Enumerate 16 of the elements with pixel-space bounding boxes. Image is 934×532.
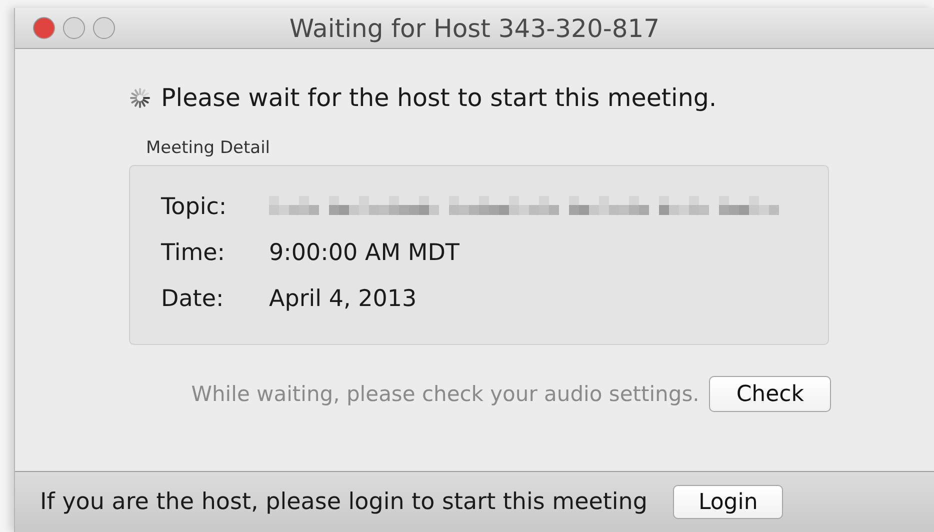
window-control-button[interactable] bbox=[63, 17, 85, 39]
detail-value: April 4, 2013 bbox=[269, 286, 417, 312]
detail-value: 9:00:00 AM MDT bbox=[269, 240, 460, 266]
login-button[interactable]: Login bbox=[673, 485, 783, 519]
window-control-button[interactable] bbox=[93, 17, 115, 39]
check-button[interactable]: Check bbox=[709, 376, 831, 412]
spinner-icon bbox=[129, 86, 151, 108]
audio-hint: While waiting, please check your audio settings. bbox=[191, 382, 700, 406]
window-control-button[interactable] bbox=[33, 17, 55, 39]
detail-label: Topic: bbox=[161, 194, 228, 220]
status-message: Please wait for the host to start this meeting. bbox=[161, 83, 717, 112]
footer-message: If you are the host, please login to start this meeting bbox=[40, 489, 648, 515]
detail-label: Date: bbox=[161, 286, 225, 312]
detail-label: Time: bbox=[161, 240, 226, 266]
section-title: Meeting Detail bbox=[146, 138, 272, 158]
window-title: Waiting for Host 343-320-817 bbox=[289, 14, 660, 42]
